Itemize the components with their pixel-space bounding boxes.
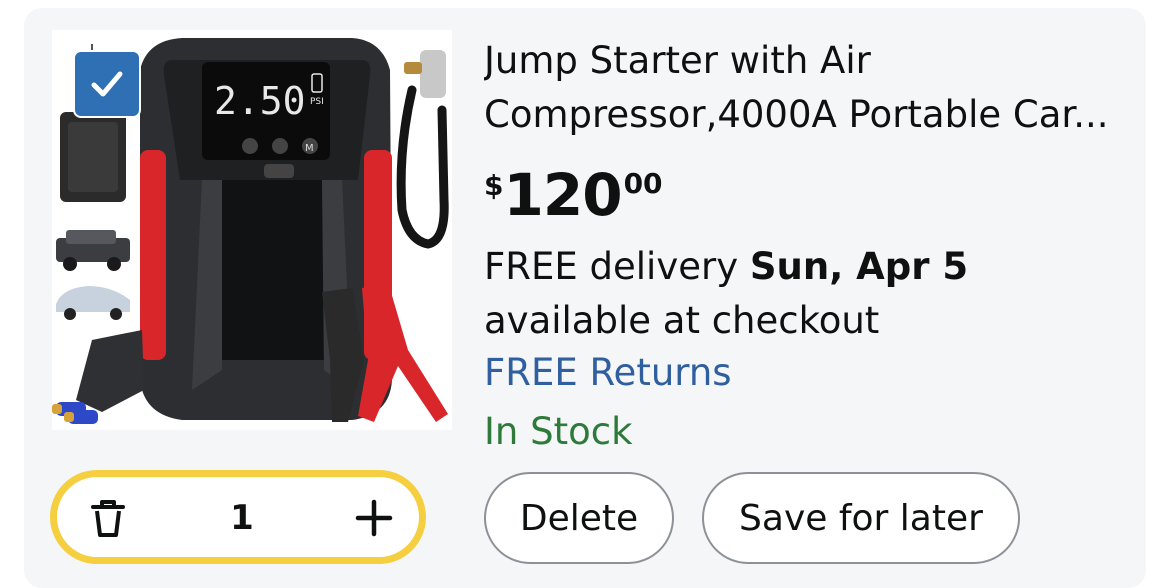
delivery-prefix: FREE delivery: [484, 245, 750, 288]
quantity-value: 1: [230, 498, 254, 538]
save-for-later-button[interactable]: Save for later: [702, 472, 1020, 564]
svg-text:PSI: PSI: [310, 97, 324, 107]
free-returns-link[interactable]: FREE Returns: [484, 346, 732, 400]
product-price: $ 120 00: [484, 162, 663, 228]
trash-icon: [91, 500, 125, 537]
suv-thumbnail: [56, 230, 130, 271]
sedan-thumbnail: [56, 286, 130, 320]
delivery-date: Sun, Apr 5: [749, 245, 969, 288]
svg-text:2.50: 2.50: [214, 79, 306, 123]
svg-text:M: M: [305, 143, 314, 154]
price-fraction: 00: [623, 167, 663, 200]
increment-button[interactable]: [347, 491, 401, 545]
quantity-stepper: 1: [50, 470, 426, 564]
price-currency-symbol: $: [484, 169, 504, 202]
price-whole: 120: [503, 161, 622, 229]
stock-status: In Stock: [484, 410, 633, 453]
select-item-checkbox[interactable]: [73, 50, 141, 118]
decrement-button[interactable]: [81, 491, 135, 545]
checkmark-icon: [91, 71, 123, 97]
delivery-info: FREE delivery Sun, Apr 5 available at ch…: [484, 240, 1124, 348]
delivery-suffix: available at checkout: [484, 299, 880, 342]
product-title-link[interactable]: Jump Starter with Air Compressor,4000A P…: [484, 34, 1124, 142]
delete-button[interactable]: Delete: [484, 472, 674, 564]
plus-icon: [355, 499, 393, 537]
